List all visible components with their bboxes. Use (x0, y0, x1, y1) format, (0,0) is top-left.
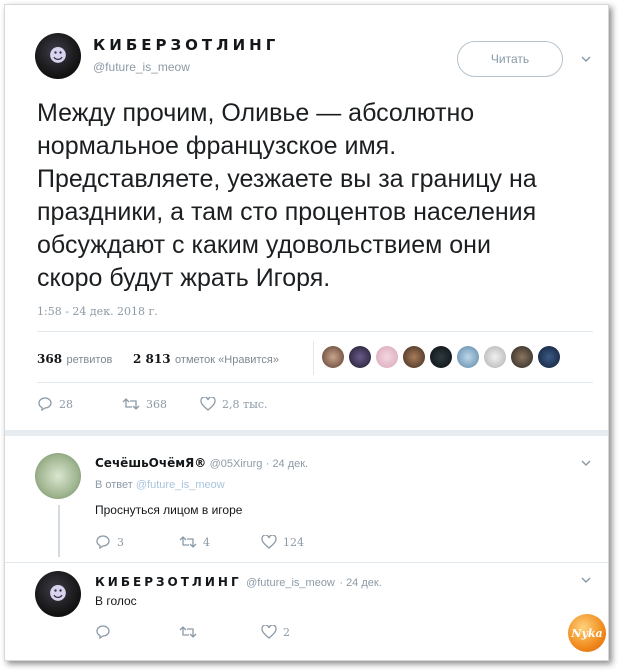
like-action[interactable]: 2,8 тыс. (200, 397, 268, 411)
reply-action[interactable] (95, 625, 117, 639)
heart-icon (200, 397, 216, 411)
reply-author-avatar[interactable]: ☻ (35, 571, 81, 617)
cat-icon: ☻ (48, 583, 68, 605)
reply-icon (96, 625, 110, 639)
retweet-icon (179, 536, 197, 548)
thread-divider (5, 430, 608, 436)
retweet-icon (179, 626, 197, 638)
like-count: 2,8 тыс. (222, 397, 268, 411)
liker-avatar[interactable] (484, 346, 506, 368)
author-handle[interactable]: @future_is_meow (93, 60, 190, 74)
chevron-down-icon[interactable] (581, 54, 591, 64)
retweets-stat[interactable]: 368 ретвитов (37, 350, 112, 368)
retweet-action[interactable]: 4 (179, 535, 210, 549)
thread-line (58, 505, 60, 557)
chevron-down-icon[interactable] (581, 575, 591, 585)
separator (5, 562, 608, 563)
liker-avatar[interactable] (457, 346, 479, 368)
watermark-logo: Nyka (568, 614, 606, 652)
like-count: 124 (283, 535, 304, 549)
retweet-icon (122, 398, 140, 410)
liker-avatar[interactable] (511, 346, 533, 368)
reply-author-line: КИБЕРЗОТЛИНГ @future_is_meow · 24 дек. (95, 573, 382, 591)
reply-date[interactable]: · 24 дек. (266, 458, 308, 470)
liker-avatar[interactable] (322, 346, 344, 368)
heart-icon (261, 625, 277, 639)
reply-author-name[interactable]: СечёшьОчёмЯ® (95, 456, 206, 470)
reply-icon (38, 397, 52, 411)
retweets-count: 368 (37, 352, 63, 366)
reply-author-avatar[interactable] (35, 453, 81, 499)
reply-text: Проснуться лицом в игоре (95, 503, 243, 517)
reply-date[interactable]: · 24 дек. (339, 577, 381, 589)
liker-avatar[interactable] (349, 346, 371, 368)
liker-avatar[interactable] (430, 346, 452, 368)
retweet-action[interactable] (179, 625, 203, 639)
cat-icon: ☻ (48, 45, 68, 67)
reply-to-prefix: В ответ (95, 479, 133, 491)
like-action[interactable]: 2 (261, 625, 290, 639)
reply-author-line: СечёшьОчёмЯ® @05Xirurg · 24 дек. (95, 456, 308, 470)
tweet-timestamp[interactable]: 1:58 - 24 дек. 2018 г. (37, 305, 158, 318)
stat-divider (313, 341, 314, 375)
reply-to-handle[interactable]: @future_is_meow (136, 479, 225, 491)
liker-avatar[interactable] (538, 346, 560, 368)
separator (37, 382, 593, 383)
tweet-screenshot-frame: ☻ КИБЕРЗОТЛИНГ @future_is_meow Читать Ме… (4, 4, 609, 661)
reply-action[interactable]: 28 (37, 397, 73, 411)
reply-count: 3 (117, 535, 124, 549)
chevron-down-icon[interactable] (581, 458, 591, 468)
retweet-action[interactable]: 368 (122, 397, 167, 411)
retweet-count: 4 (203, 535, 210, 549)
heart-icon (261, 535, 277, 549)
like-action[interactable]: 124 (261, 535, 304, 549)
liker-avatar[interactable] (403, 346, 425, 368)
reply-icon (96, 535, 110, 549)
retweet-count: 368 (146, 397, 167, 411)
author-name[interactable]: КИБЕРЗОТЛИНГ (93, 36, 279, 54)
likes-label: отметок «Нравится» (175, 354, 279, 366)
liker-avatar[interactable] (376, 346, 398, 368)
reply-action[interactable]: 3 (95, 535, 124, 549)
reply-author-handle[interactable]: @05Xirurg (210, 458, 263, 470)
reply-author-name[interactable]: КИБЕРЗОТЛИНГ (95, 575, 242, 589)
reply-to-line: В ответ @future_is_meow (95, 479, 225, 491)
reply-text: В голос (95, 594, 137, 608)
reply-author-handle[interactable]: @future_is_meow (246, 577, 335, 589)
separator (37, 331, 593, 332)
reply-count: 28 (59, 397, 73, 411)
tweet-text: Между прочим, Оливье — абсолютно нормаль… (37, 99, 537, 292)
watermark-text: Nyka (571, 626, 603, 640)
author-avatar[interactable]: ☻ (35, 33, 81, 79)
like-count: 2 (283, 625, 290, 639)
follow-button[interactable]: Читать (457, 41, 563, 77)
retweets-label: ретвитов (66, 354, 113, 366)
likes-stat[interactable]: 2 813 отметок «Нравится» (133, 350, 279, 368)
likes-count: 2 813 (133, 352, 171, 366)
